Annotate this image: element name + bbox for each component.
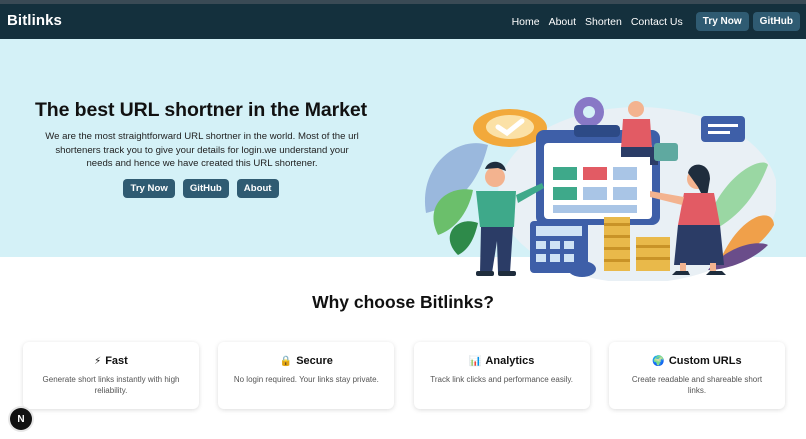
nav-try-now-button[interactable]: Try Now xyxy=(695,12,749,31)
nav-link-contact[interactable]: Contact Us xyxy=(631,16,683,28)
feature-card-desc: No login required. Your links stay priva… xyxy=(233,375,379,384)
globe-icon: 🌍 xyxy=(652,355,665,367)
illus-woman-top xyxy=(628,101,644,117)
feature-card-title: 📊 Analytics xyxy=(414,355,590,367)
hero-title: The best URL shortner in the Market xyxy=(34,99,368,121)
illus-man xyxy=(485,167,505,187)
feature-card-desc: Generate short links instantly with high… xyxy=(42,375,180,395)
nav-link-shorten[interactable]: Shorten xyxy=(585,16,622,28)
hero-try-now-button[interactable]: Try Now xyxy=(123,179,175,198)
feature-card-desc: Track link clicks and performance easily… xyxy=(430,375,574,384)
hero-section: The best URL shortner in the Market We a… xyxy=(0,39,806,281)
illus-leaf-left3 xyxy=(449,221,478,255)
feature-card-analytics: 📊 Analytics Track link clicks and perfor… xyxy=(413,342,590,409)
why-title: Why choose Bitlinks? xyxy=(312,292,494,312)
lock-icon: 🔒 xyxy=(279,355,293,367)
feature-card-fast: ⚡ Fast Generate short links instantly wi… xyxy=(23,342,199,409)
navbar: Bitlinks Home About Shorten Contact Us T… xyxy=(0,4,806,39)
feature-card-title: ⚡ Fast xyxy=(23,355,199,367)
chart-icon: 📊 xyxy=(468,355,482,367)
feature-cards: ⚡ Fast Generate short links instantly wi… xyxy=(23,342,785,409)
feature-card-title: 🔒 Secure xyxy=(218,355,394,367)
nav-github-button[interactable]: GitHub xyxy=(752,12,800,31)
feature-card-custom-urls: 🌍 Custom URLs Create readable and sharea… xyxy=(608,342,785,409)
nav-link-about[interactable]: About xyxy=(549,16,576,28)
feature-card-secure: 🔒 Secure No login required. Your links s… xyxy=(218,342,395,409)
feature-card-title-text: Fast xyxy=(105,355,128,367)
hero-buttons: Try Now GitHub About xyxy=(0,179,402,198)
brand-logo[interactable]: Bitlinks xyxy=(7,12,62,29)
feature-card-title-text: Custom URLs xyxy=(668,355,742,367)
illus-chat-bubble xyxy=(701,116,745,142)
nav-link-home[interactable]: Home xyxy=(512,16,540,28)
feature-card-desc: Create readable and shareable short link… xyxy=(631,375,763,395)
feature-card-title-text: Secure xyxy=(296,355,333,367)
lightning-icon: ⚡ xyxy=(94,355,102,367)
next-dev-badge[interactable]: N xyxy=(10,408,32,430)
hero-github-button[interactable]: GitHub xyxy=(182,179,229,198)
nav-links: Home About Shorten Contact Us Try Now Gi… xyxy=(512,4,800,39)
feature-card-title: 🌍 Custom URLs xyxy=(609,355,785,367)
feature-card-title-text: Analytics xyxy=(485,355,535,367)
hero-about-button[interactable]: About xyxy=(236,179,279,198)
hero-illustration xyxy=(424,97,776,281)
hero-subtitle: We are the most straightforward URL shor… xyxy=(45,131,359,170)
